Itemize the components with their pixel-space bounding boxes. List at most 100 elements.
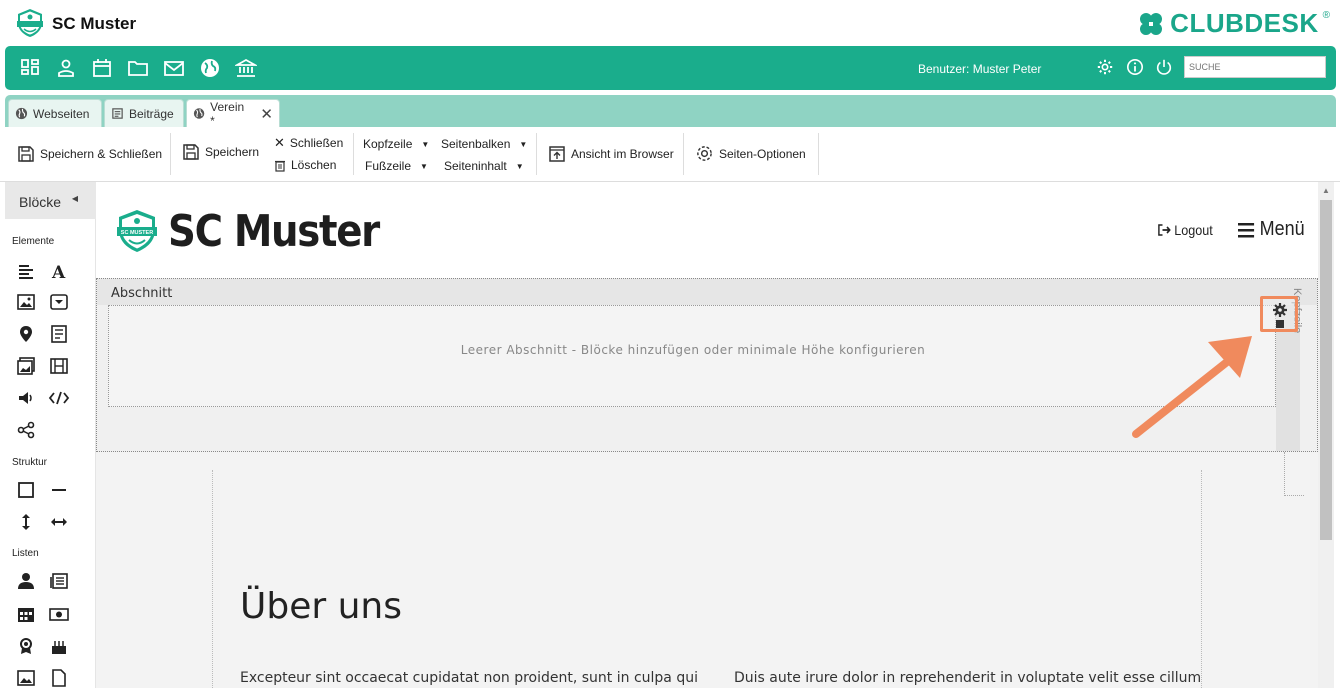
close-label: Schließen [289,136,344,150]
close-icon: ✕ [274,135,285,150]
external-view-icon [549,146,565,162]
scroll-up-icon[interactable]: ▲ [1322,186,1330,195]
site-title: SC Muster [168,206,380,257]
gallery-icon[interactable] [17,357,35,375]
picture-list-icon[interactable] [17,669,35,687]
tab-webseiten[interactable]: Webseiten [8,99,102,127]
about-heading: Über uns [240,586,402,627]
save-button[interactable]: Speichern [182,143,259,161]
blocks-title: Blöcke [19,194,62,210]
toolbar: Speichern & Schließen Speichern ✕ Schlie… [0,127,1340,182]
close-tab-icon[interactable]: ✕ [260,105,273,123]
toolbar-separator [536,133,537,175]
annotation-arrow-icon [1132,336,1252,438]
font-icon[interactable]: A [50,262,68,280]
info-icon[interactable] [1126,58,1144,76]
view-in-browser-button[interactable]: Ansicht im Browser [548,145,674,163]
category-elements: Elemente [12,236,55,247]
club-logo-icon: SC MUSTER [117,210,157,252]
divider-icon[interactable] [50,481,68,499]
paragraph-right: Duis aute irure dolor in reprehenderit i… [734,670,1202,686]
calendar-icon[interactable] [91,57,113,79]
tab-label: Webseiten [33,106,90,121]
birthday-cake-icon[interactable] [50,637,68,655]
vertical-spacer-icon[interactable] [17,513,35,531]
document-icon [112,108,123,119]
caret-down-icon: ▼ [420,161,428,171]
page-content-area [96,452,1318,688]
brand-reg: ® [1322,10,1330,21]
section-settings-highlight[interactable] [1260,296,1298,332]
footer-dropdown[interactable]: Fußzeile ▼ [365,159,428,173]
section-drop-area[interactable]: Leerer Abschnitt - Blöcke hinzufügen ode… [108,305,1276,407]
bank-icon[interactable] [235,57,257,79]
close-button[interactable]: ✕ Schließen [274,135,343,151]
member-icon[interactable] [17,572,35,590]
save-icon [183,144,199,160]
logout-label: Logout [1174,222,1213,238]
form-icon[interactable] [50,325,68,343]
page-content-dropdown[interactable]: Seiteninhalt ▼ [444,159,524,173]
toolbar-separator [170,133,171,175]
logout-link[interactable]: Logout [1158,222,1213,238]
sidebar-label: Seitenbalken [441,137,511,151]
award-icon[interactable] [17,637,35,655]
tab-verein[interactable]: Verein * ✕ [186,99,280,128]
delete-label: Löschen [291,158,337,172]
category-lists: Listen [12,548,39,559]
film-icon[interactable] [50,357,68,375]
hamburger-icon [1238,222,1255,237]
globe-icon [15,107,28,120]
save-icon [18,146,34,162]
calendar-icon[interactable] [17,605,35,623]
sidebar-dropdown[interactable]: Seitenbalken ▼ [441,137,527,151]
brand-name: CLUBDESK [1170,8,1319,38]
delete-button[interactable]: Löschen [274,158,336,172]
paragraph-left: Excepteur sint occaecat cupidatat non pr… [240,670,698,686]
clubdesk-brand: CLUBDESK ® [1136,8,1330,39]
save-label: Speichern [205,145,260,159]
page-options-button[interactable]: Seiten-Optionen [695,144,806,163]
share-icon[interactable] [17,421,35,439]
dropdown-box-icon[interactable] [50,293,68,311]
horizontal-spacer-icon[interactable] [50,513,68,531]
news-icon[interactable] [50,572,68,590]
dashboard-icon[interactable] [19,57,41,79]
code-icon[interactable] [48,389,70,407]
folder-icon[interactable] [127,57,149,79]
file-icon[interactable] [50,669,68,687]
gear-icon[interactable] [1096,58,1114,76]
top-bar: SC Muster CLUBDESK ® [0,0,1340,46]
header-dropdown[interactable]: Kopfzeile ▼ [363,137,429,151]
power-icon[interactable] [1155,58,1173,76]
gear-icon[interactable] [1273,303,1287,317]
scroll-thumb[interactable] [1320,200,1332,540]
menu-button[interactable]: Menü [1238,218,1305,241]
search-input[interactable] [1184,56,1326,78]
toolbar-separator [818,133,819,175]
menu-label: Menü [1259,218,1305,240]
blocks-header[interactable]: Blöcke ◀ [5,182,96,219]
vertical-scrollbar[interactable]: ▲ [1318,182,1334,688]
user-icon[interactable] [55,57,77,79]
text-align-icon[interactable] [17,262,35,280]
globe-icon[interactable] [199,57,221,79]
money-icon[interactable] [49,605,69,623]
toolbar-separator [353,133,354,175]
save-close-button[interactable]: Speichern & Schließen [17,145,162,163]
app-name: SC Muster [52,14,137,33]
collapse-left-icon[interactable]: ◀ [72,194,78,203]
content-section[interactable] [212,470,1202,688]
tab-label: Beiträge [129,106,174,121]
page-options-label: Seiten-Optionen [719,146,806,161]
mail-icon[interactable] [163,57,185,79]
image-icon[interactable] [17,293,35,311]
blocks-sidebar: Blöcke ◀ Elemente A Struktur Listen [0,182,96,688]
trash-icon[interactable] [1275,320,1285,328]
map-pin-icon[interactable] [17,325,35,343]
dotted-guide [1284,495,1304,496]
tab-bar: Webseiten Beiträge Verein * ✕ [5,95,1336,128]
speaker-icon[interactable] [17,389,35,407]
tab-beitraege[interactable]: Beiträge [104,99,184,127]
box-icon[interactable] [17,481,35,499]
